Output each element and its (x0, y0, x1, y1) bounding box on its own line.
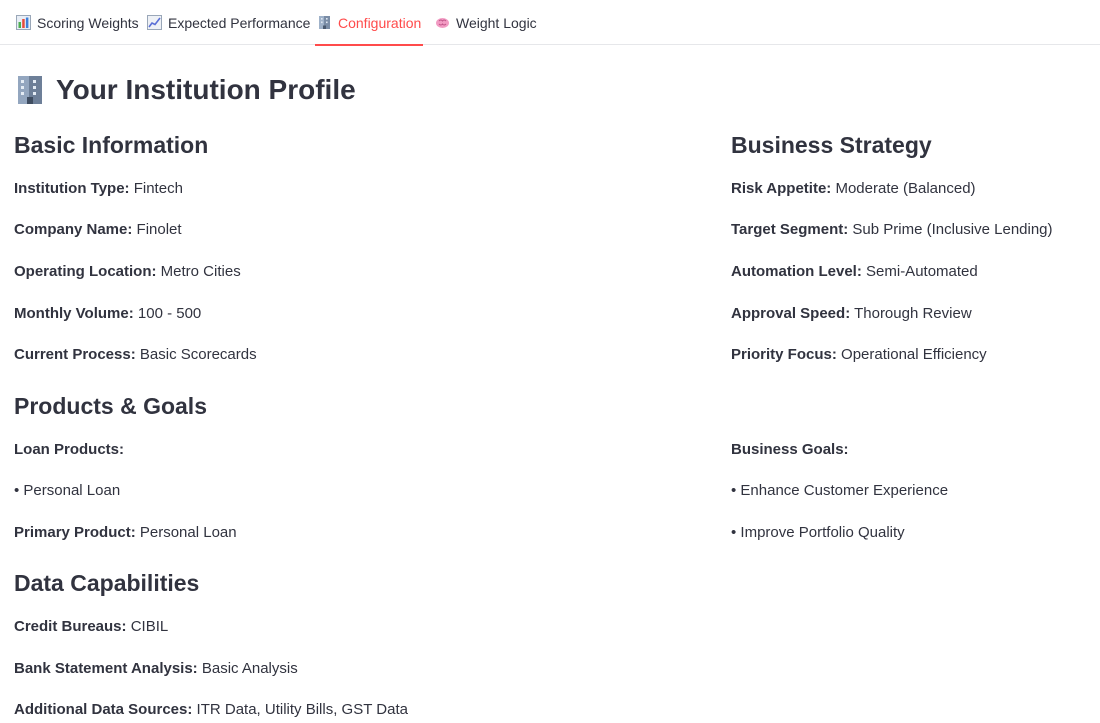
tab-weight-logic[interactable]: Weight Logic (435, 0, 537, 45)
institution-type-value: Fintech (133, 180, 183, 197)
automation-level-label: Automation Level: (731, 263, 862, 280)
list-item: • Personal Loan (14, 482, 121, 499)
bar-chart-icon (16, 15, 31, 30)
business-goals-label: Business Goals: (731, 441, 849, 458)
primary-product-row: Primary Product: Personal Loan (14, 524, 237, 541)
tab-bar: Scoring Weights Expected Performance Con… (0, 0, 1100, 46)
current-process-value: Basic Scorecards (139, 346, 257, 363)
data-capabilities-heading: Data Capabilities (14, 570, 200, 596)
risk-appetite-label: Risk Appetite: (731, 180, 832, 197)
credit-bureaus-row: Credit Bureaus: CIBIL (14, 618, 168, 635)
page-title-text: Your Institution Profile (56, 74, 356, 105)
building-icon (18, 76, 42, 104)
additional-sources-label: Additional Data Sources: (14, 701, 193, 718)
building-icon (319, 16, 330, 29)
list-item: • Enhance Customer Experience (731, 482, 949, 499)
tab-label: Expected Performance (168, 14, 311, 31)
current-process-row: Current Process: Basic Scorecards (14, 346, 257, 363)
loan-products-row: Loan Products: (14, 441, 124, 458)
list-item: • Improve Portfolio Quality (731, 524, 905, 541)
company-name-row: Company Name: Finolet (14, 221, 182, 238)
tab-expected-performance[interactable]: Expected Performance (147, 0, 310, 45)
priority-focus-row: Priority Focus: Operational Efficiency (731, 346, 987, 363)
priority-focus-label: Priority Focus: (731, 346, 837, 363)
approval-speed-row: Approval Speed: Thorough Review (731, 305, 972, 322)
approval-speed-label: Approval Speed: (731, 305, 851, 322)
business-goals-row: Business Goals: (731, 441, 849, 458)
brain-icon (436, 18, 449, 28)
target-segment-label: Target Segment: (731, 221, 849, 238)
operating-location-value: Metro Cities (160, 263, 241, 280)
tab-label: Weight Logic (456, 14, 537, 31)
tab-label: Scoring Weights (37, 14, 139, 31)
current-process-label: Current Process: (14, 346, 136, 363)
additional-sources-row: Additional Data Sources: ITR Data, Utili… (14, 701, 408, 718)
company-name-label: Company Name: (14, 221, 133, 238)
primary-product-label: Primary Product: (14, 524, 136, 541)
risk-appetite-value: Moderate (Balanced) (835, 180, 976, 197)
credit-bureaus-label: Credit Bureaus: (14, 618, 127, 635)
operating-location-label: Operating Location: (14, 263, 157, 280)
loan-products-label: Loan Products: (14, 441, 125, 458)
primary-product-value: Personal Loan (139, 524, 237, 541)
bank-statement-value: Basic Analysis (201, 660, 298, 677)
tab-scoring-weights[interactable]: Scoring Weights (16, 0, 139, 45)
target-segment-row: Target Segment: Sub Prime (Inclusive Len… (731, 221, 1053, 238)
tab-configuration[interactable]: Configuration (315, 0, 424, 46)
additional-sources-value: ITR Data, Utility Bills, GST Data (196, 701, 408, 718)
monthly-volume-label: Monthly Volume: (14, 305, 134, 322)
monthly-volume-row: Monthly Volume: 100 - 500 (14, 305, 201, 322)
page-title: Your Institution Profile (14, 72, 356, 108)
bank-statement-row: Bank Statement Analysis: Basic Analysis (14, 660, 298, 677)
institution-type-row: Institution Type: Fintech (14, 180, 183, 197)
operating-location-row: Operating Location: Metro Cities (14, 263, 241, 280)
business-strategy-heading: Business Strategy (731, 132, 932, 158)
line-chart-icon (147, 15, 162, 30)
monthly-volume-value: 100 - 500 (137, 305, 202, 322)
bank-statement-label: Bank Statement Analysis: (14, 660, 198, 677)
automation-level-row: Automation Level: Semi-Automated (731, 263, 978, 280)
automation-level-value: Semi-Automated (866, 263, 978, 280)
target-segment-value: Sub Prime (Inclusive Lending) (852, 221, 1053, 238)
risk-appetite-row: Risk Appetite: Moderate (Balanced) (731, 180, 976, 197)
tab-label: Configuration (338, 14, 422, 31)
products-goals-heading: Products & Goals (14, 393, 207, 419)
basic-information-heading: Basic Information (14, 132, 209, 158)
institution-type-label: Institution Type: (14, 180, 130, 197)
credit-bureaus-value: CIBIL (130, 618, 169, 635)
priority-focus-value: Operational Efficiency (841, 346, 987, 363)
approval-speed-value: Thorough Review (854, 305, 972, 322)
company-name-value: Finolet (136, 221, 182, 238)
